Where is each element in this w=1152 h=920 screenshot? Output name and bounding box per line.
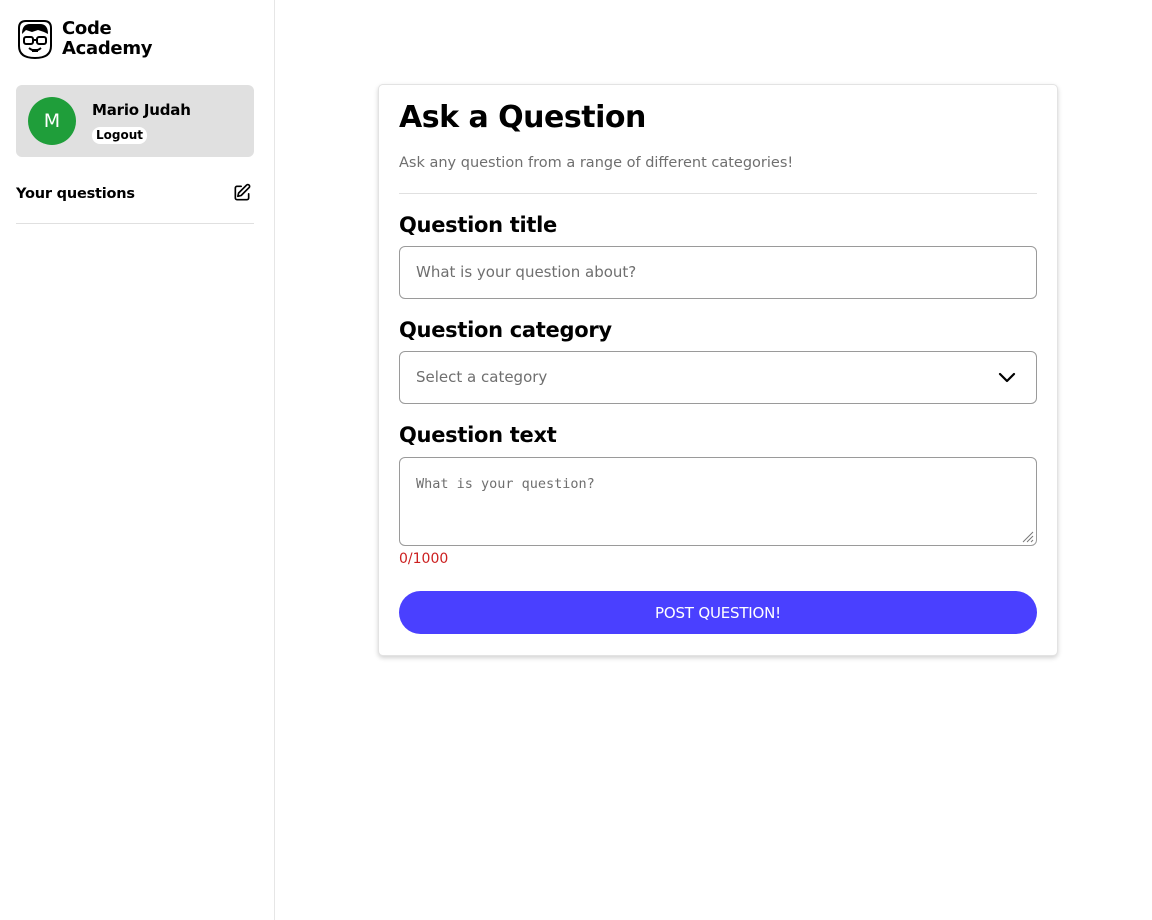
brand-logo[interactable]: Code Academy — [16, 18, 153, 60]
question-category-value: Select a category — [416, 368, 548, 386]
question-category-select[interactable]: Select a category — [399, 351, 1037, 404]
divider — [399, 193, 1037, 194]
page-subtitle: Ask any question from a range of differe… — [399, 155, 794, 171]
ask-question-card: Ask a Question Ask any question from a r… — [378, 84, 1058, 656]
user-card: M Mario Judah Logout — [16, 85, 254, 157]
brand-line-2: Academy — [62, 38, 153, 59]
edit-icon[interactable] — [232, 183, 252, 203]
user-name: Mario Judah — [92, 101, 191, 119]
nerd-face-logo-icon — [18, 20, 52, 60]
sidebar-item-your-questions[interactable]: Your questions — [16, 181, 254, 224]
question-text-placeholder: What is your question? — [416, 476, 595, 492]
chevron-down-icon — [998, 372, 1016, 383]
char-counter: 0/1000 — [399, 551, 449, 567]
question-title-input[interactable]: What is your question about? — [399, 246, 1037, 299]
question-title-placeholder: What is your question about? — [416, 263, 637, 281]
resize-handle-icon[interactable] — [1020, 529, 1034, 543]
sidebar: Code Academy M Mario Judah Logout Your q… — [0, 0, 275, 920]
brand-line-1: Code — [62, 18, 112, 39]
question-text-label: Question text — [399, 423, 557, 447]
your-questions-label: Your questions — [16, 186, 135, 202]
question-category-label: Question category — [399, 318, 612, 342]
logout-button[interactable]: Logout — [92, 127, 148, 144]
post-question-button[interactable]: POST QUESTION! — [399, 591, 1037, 634]
page-title: Ask a Question — [399, 100, 646, 135]
avatar[interactable]: M — [28, 97, 76, 145]
brand-name: Code Academy — [62, 18, 153, 59]
question-title-label: Question title — [399, 213, 557, 237]
question-text-textarea[interactable]: What is your question? — [399, 457, 1037, 546]
